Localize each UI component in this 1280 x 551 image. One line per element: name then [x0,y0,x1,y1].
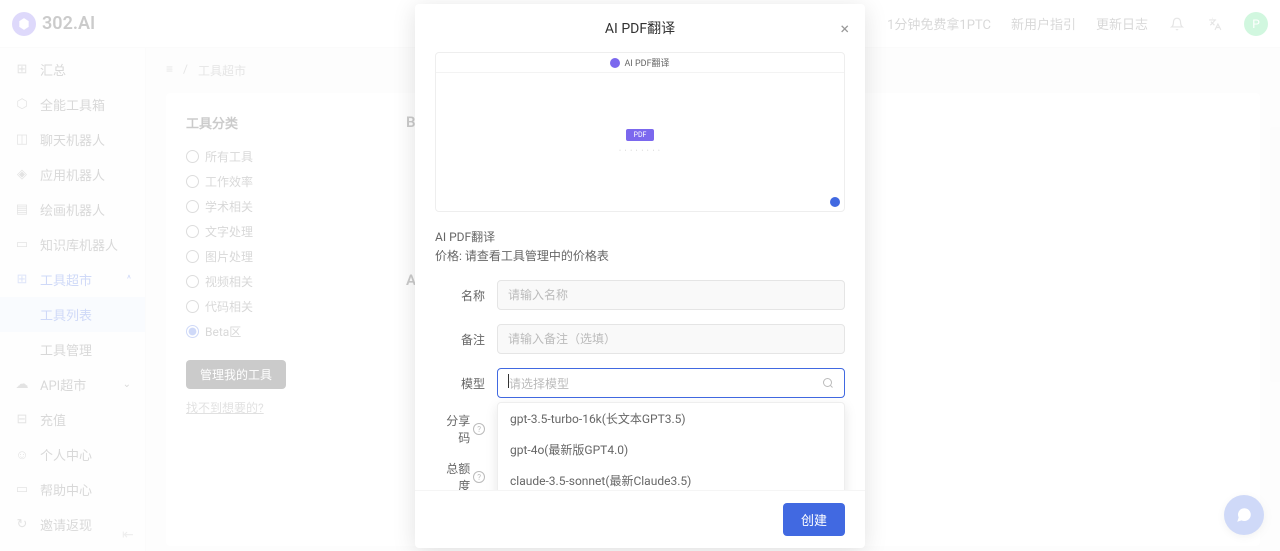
modal: AI PDF翻译 × AI PDF翻译 PDF · · · · · · · · [415,4,865,548]
create-button[interactable]: 创建 [783,503,845,536]
model-option[interactable]: gpt-4o(最新版GPT4.0) [498,434,844,465]
modal-title: AI PDF翻译 [605,18,675,38]
label-sharecode: 分享码? [435,412,485,446]
select-model[interactable]: 请选择模型 [497,368,845,398]
label-remark: 备注 [435,331,485,348]
modal-desc-line1: AI PDF翻译 [435,228,845,247]
help-icon[interactable]: ? [473,423,485,435]
label-totalquota: 总额度? [435,460,485,490]
tool-preview: AI PDF翻译 PDF · · · · · · · · [435,52,845,212]
close-icon[interactable]: × [840,19,849,38]
search-icon [822,377,834,389]
help-icon[interactable]: ? [473,471,485,483]
model-option[interactable]: claude-3.5-sonnet(最新Claude3.5) [498,465,844,490]
label-name: 名称 [435,287,485,304]
label-model: 模型 [435,375,485,392]
model-dropdown: gpt-3.5-turbo-16k(长文本GPT3.5) gpt-4o(最新版G… [497,402,845,490]
input-name[interactable] [497,280,845,310]
preview-badge: PDF [626,129,655,141]
model-option[interactable]: gpt-3.5-turbo-16k(长文本GPT3.5) [498,403,844,434]
input-remark[interactable] [497,324,845,354]
preview-title: AI PDF翻译 [624,56,669,69]
modal-desc-line2: 价格: 请查看工具管理中的价格表 [435,247,845,266]
preview-caption: · · · · · · · · [619,147,661,155]
preview-chat-icon [830,197,840,207]
modal-overlay: AI PDF翻译 × AI PDF翻译 PDF · · · · · · · · [0,0,1280,551]
preview-logo-icon [610,58,620,68]
